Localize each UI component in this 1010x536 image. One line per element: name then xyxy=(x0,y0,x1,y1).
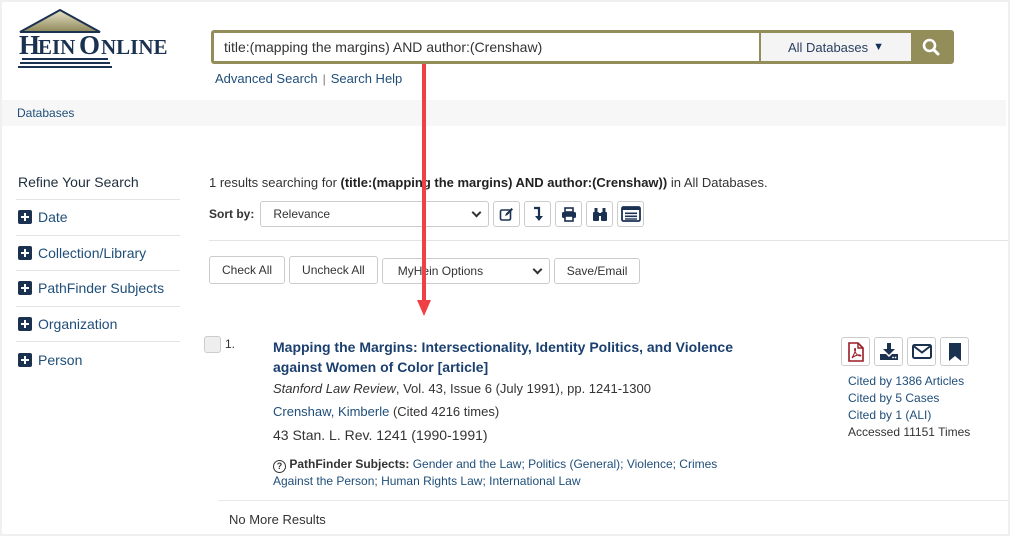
summary-prefix: 1 results searching for xyxy=(209,175,341,190)
myhein-selected: MyHein Options xyxy=(397,264,484,278)
author-cited-count: (Cited 4216 times) xyxy=(389,404,500,419)
sort-download-icon xyxy=(533,206,543,221)
pathfinder-label: PathFinder Subjects: xyxy=(289,457,410,471)
binoculars-icon xyxy=(592,207,607,221)
save-email-button[interactable]: Save/Email xyxy=(553,258,641,284)
divider xyxy=(209,240,1008,241)
sort-toolbar: Sort by: Relevance xyxy=(209,201,645,227)
print-button[interactable] xyxy=(555,201,583,227)
search-button[interactable] xyxy=(911,33,951,61)
sort-selected: Relevance xyxy=(273,207,331,221)
bookmark-button[interactable] xyxy=(940,337,969,366)
check-all-button[interactable]: Check All xyxy=(209,256,286,284)
result-tools xyxy=(841,337,969,366)
short-citation: 43 Stan. L. Rev. 1241 (1990-1991) xyxy=(273,427,488,443)
uncheck-all-button[interactable]: Uncheck All xyxy=(289,256,378,284)
advanced-search-link[interactable]: Advanced Search xyxy=(215,71,318,86)
result-author-line: Crenshaw, Kimberle (Cited 4216 times) xyxy=(273,404,499,419)
plus-square-icon xyxy=(18,210,32,225)
caret-down-icon: ▼ xyxy=(873,41,885,53)
facet-label: Date xyxy=(38,209,68,226)
heinonline-logo[interactable]: H EIN O NLINE xyxy=(16,8,202,70)
summary-suffix: in All Databases. xyxy=(667,175,768,190)
pathfinder-subjects: ? PathFinder Subjects: Gender and the La… xyxy=(273,456,753,490)
svg-text:H: H xyxy=(19,30,40,60)
link-separator: | xyxy=(322,72,326,86)
plus-square-icon xyxy=(18,281,32,296)
sort-label: Sort by: xyxy=(209,207,255,221)
plus-square-icon xyxy=(18,245,32,260)
annotation-arrow-head xyxy=(417,300,431,316)
facet-label: Organization xyxy=(38,315,118,332)
breadcrumb-databases[interactable]: Databases xyxy=(17,106,74,120)
breadcrumb: Databases xyxy=(2,100,1006,126)
no-more-results: No More Results xyxy=(229,512,326,527)
facet-label: Collection/Library xyxy=(38,244,147,261)
print-icon xyxy=(561,206,576,222)
journal-name: Stanford Law Review xyxy=(273,381,396,396)
facet-label: Person xyxy=(38,351,83,368)
svg-text:NLINE: NLINE xyxy=(101,35,168,59)
summary-query: (title:(mapping the margins) AND author:… xyxy=(340,175,668,190)
result-number: 1. xyxy=(225,337,236,351)
results-summary: 1 results searching for (title:(mapping … xyxy=(209,175,768,190)
plus-square-icon xyxy=(18,316,32,331)
sort-order-button[interactable] xyxy=(524,201,552,227)
result-checkbox[interactable] xyxy=(204,336,221,353)
facet-collection-library[interactable]: Collection/Library xyxy=(16,236,180,271)
author-link[interactable]: Crenshaw, Kimberle xyxy=(273,404,389,419)
cited-by-ali-link[interactable]: Cited by 1 (ALI) xyxy=(848,407,970,424)
edit-search-button[interactable] xyxy=(493,201,521,227)
search-input[interactable] xyxy=(214,33,759,61)
divider xyxy=(218,500,1008,501)
search-links: Advanced Search | Search Help xyxy=(215,71,402,86)
plus-square-icon xyxy=(18,352,32,367)
bookmark-icon xyxy=(948,342,961,361)
email-icon xyxy=(911,344,932,359)
database-scope-label: All Databases xyxy=(787,39,869,55)
chevron-down-icon xyxy=(471,207,482,217)
cited-by-cases-link[interactable]: Cited by 5 Cases xyxy=(848,390,970,407)
help-circle-icon[interactable]: ? xyxy=(273,460,286,473)
svg-text:EIN: EIN xyxy=(38,35,75,59)
pdf-icon xyxy=(847,341,864,362)
facet-pathfinder-subjects[interactable]: PathFinder Subjects xyxy=(16,271,180,307)
cited-by-articles-link[interactable]: Cited by 1386 Articles xyxy=(848,373,970,390)
result-title-link[interactable]: Mapping the Margins: Intersectionality, … xyxy=(273,337,778,377)
email-button[interactable] xyxy=(907,337,936,366)
result-citation: Stanford Law Review, Vol. 43, Issue 6 (J… xyxy=(273,381,651,396)
search-icon xyxy=(922,38,940,56)
accessed-count: Accessed 11151 Times xyxy=(848,425,971,439)
database-scope-dropdown[interactable]: All Databases ▼ xyxy=(759,33,911,61)
refine-sidebar: Refine Your Search Date Collection/Libra… xyxy=(16,170,180,378)
facet-date[interactable]: Date xyxy=(16,200,180,236)
refine-title: Refine Your Search xyxy=(16,170,180,200)
annotation-arrow-shaft xyxy=(422,64,426,304)
list-view-icon xyxy=(620,206,641,222)
list-view-button[interactable] xyxy=(617,201,645,227)
result-stats: Cited by 1386 Articles Cited by 5 Cases … xyxy=(848,373,970,441)
download-icon xyxy=(879,342,898,360)
find-in-results-button[interactable] xyxy=(586,201,614,227)
search-help-link[interactable]: Search Help xyxy=(331,71,403,86)
edit-icon xyxy=(500,207,514,221)
sort-dropdown[interactable]: Relevance xyxy=(260,201,490,227)
pdf-button[interactable] xyxy=(841,337,870,366)
facet-person[interactable]: Person xyxy=(16,342,180,378)
citation-details: , Vol. 43, Issue 6 (July 1991), pp. 1241… xyxy=(395,381,651,396)
download-button[interactable] xyxy=(874,337,903,366)
myhein-options-dropdown[interactable]: MyHein Options xyxy=(381,258,550,284)
chevron-down-icon xyxy=(532,264,543,274)
facet-organization[interactable]: Organization xyxy=(16,307,180,342)
search-bar: All Databases ▼ xyxy=(211,30,954,64)
svg-text:O: O xyxy=(79,30,100,60)
facet-label: PathFinder Subjects xyxy=(38,280,165,297)
